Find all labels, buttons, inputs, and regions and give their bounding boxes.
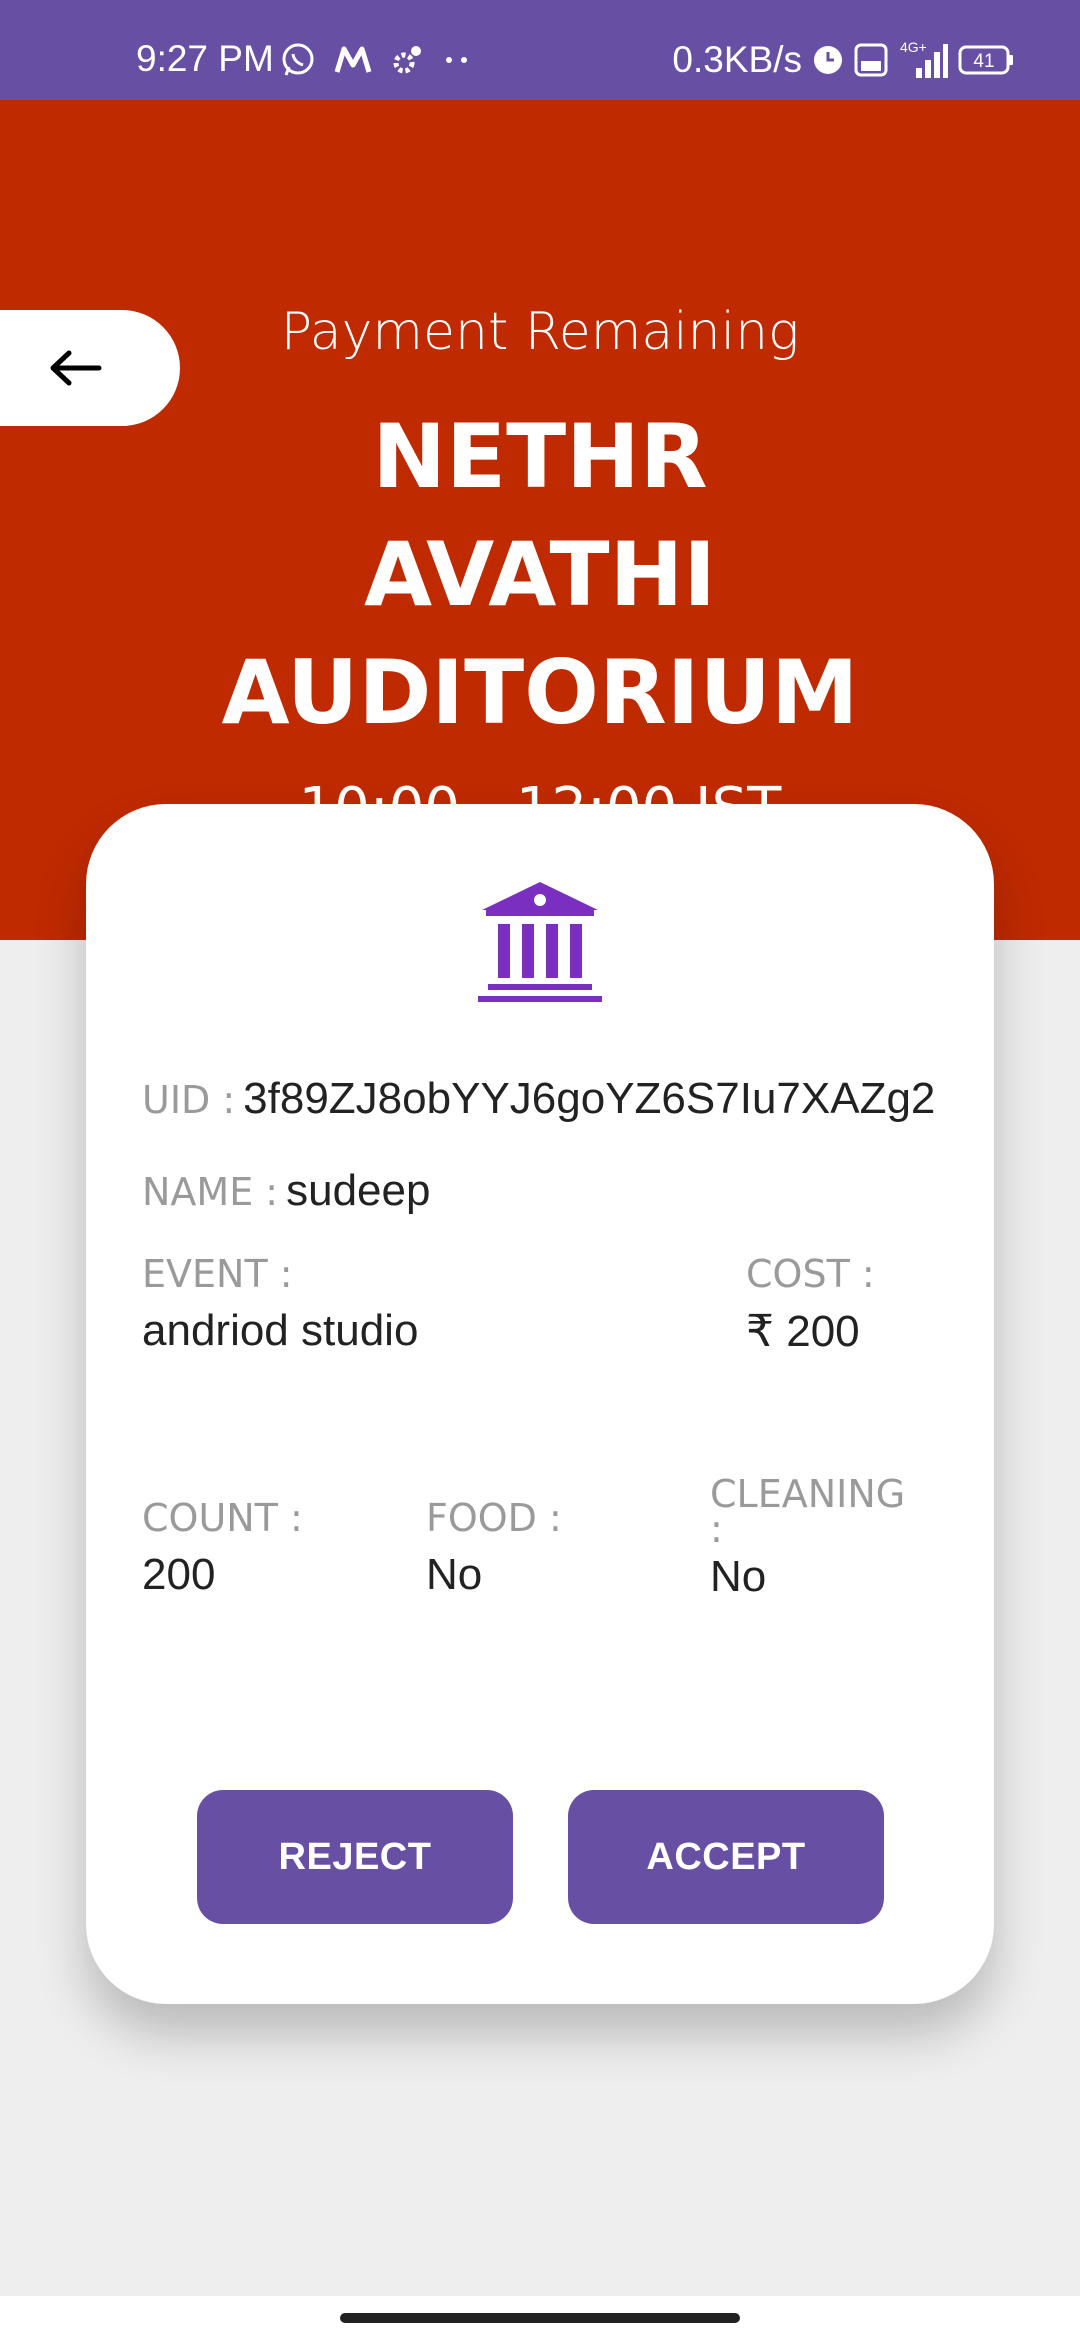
- food-value: No: [426, 1550, 483, 1599]
- name-row: NAME : sudeep: [142, 1166, 430, 1216]
- name-label: NAME :: [142, 1170, 279, 1214]
- dots-icon: [442, 55, 472, 65]
- reject-button[interactable]: REJECT: [197, 1790, 513, 1924]
- status-time: 9:27 PM: [136, 38, 274, 79]
- cost-value: ₹ 200: [746, 1307, 860, 1356]
- cleaning-label-colon: :: [710, 1507, 723, 1551]
- venue-title-line: NETHR: [372, 405, 708, 508]
- m-app-icon: [334, 45, 372, 75]
- food-field: FOOD : No: [426, 1496, 562, 1600]
- status-icons-right: 0.3KB/s 4G+ 41: [672, 38, 1014, 82]
- svg-text:41: 41: [973, 51, 994, 72]
- food-label: FOOD :: [426, 1496, 562, 1540]
- count-field: COUNT : 200: [142, 1496, 303, 1600]
- event-field: EVENT : andriod studio: [142, 1252, 418, 1356]
- home-indicator[interactable]: [340, 2313, 740, 2323]
- accept-button[interactable]: ACCEPT: [568, 1790, 884, 1924]
- venue-title-line: AUDITORIUM: [221, 641, 859, 744]
- whatsapp-icon: [280, 42, 316, 78]
- payment-status-label: Payment Remaining: [280, 302, 800, 362]
- status-icons-left: [280, 38, 472, 82]
- battery-icon: 41: [958, 45, 1014, 75]
- count-label: COUNT :: [142, 1496, 303, 1540]
- venue-title: NETHR AVATHI AUDITORIUM: [0, 398, 1080, 752]
- bank-icon: [478, 882, 602, 1002]
- uid-value: 3f89ZJ8obYYJ6goYZ6S7Iu7XAZg2: [243, 1074, 936, 1123]
- uid-row: UID : 3f89ZJ8obYYJ6goYZ6S7Iu7XAZg2: [142, 1074, 935, 1124]
- alarm-icon: [812, 44, 844, 76]
- status-bar: 9:27 PM 0.3KB/s 4G+ 41: [0, 0, 1080, 100]
- booking-card: UID : 3f89ZJ8obYYJ6goYZ6S7Iu7XAZg2 NAME …: [86, 804, 994, 2004]
- cleaning-label: CLEANING: [710, 1472, 906, 1516]
- cleaning-field: CLEANING : No: [710, 1472, 905, 1602]
- volte-icon: [854, 43, 888, 77]
- net-speed: 0.3KB/s: [672, 39, 802, 80]
- signal-icon: 4G+: [898, 40, 948, 80]
- cost-label: COST :: [746, 1252, 875, 1296]
- name-value: sudeep: [286, 1166, 431, 1215]
- count-value: 200: [142, 1550, 216, 1599]
- event-value: andriod studio: [142, 1306, 419, 1355]
- settings-icon: [390, 43, 424, 77]
- svg-text:4G+: 4G+: [900, 40, 927, 55]
- cost-field: COST : ₹ 200: [746, 1252, 875, 1357]
- cleaning-value: No: [710, 1552, 767, 1601]
- uid-label: UID :: [142, 1078, 236, 1122]
- venue-title-line: AVATHI: [364, 523, 716, 626]
- event-label: EVENT :: [142, 1252, 293, 1296]
